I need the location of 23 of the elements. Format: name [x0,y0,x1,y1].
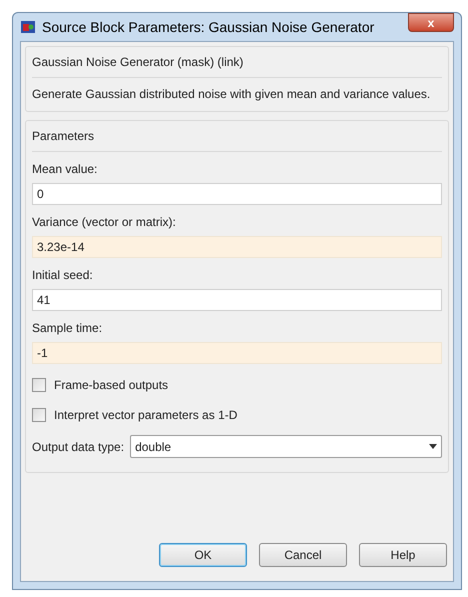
field-label: Mean value: [32,161,98,178]
dialog-button[interactable]: Help [359,543,447,567]
block-icon [20,19,36,35]
field-label: Variance (vector or matrix): [32,214,177,231]
parameters-title: Parameters [32,129,94,143]
checkbox-label: Frame-based outputs [54,377,168,394]
dialog-button[interactable]: OK [159,543,247,567]
input-field[interactable]: 3.23e-14 [32,236,442,258]
input-field[interactable]: -1 [32,342,442,364]
block-description: Generate Gaussian distributed noise with given mean and variance values. [32,86,432,103]
field-label: Initial seed: [32,267,94,284]
field-label: Sample time: [32,320,104,337]
input-field[interactable]: 0 [32,183,442,205]
checkbox[interactable] [32,378,46,392]
caret-icon [429,444,437,449]
dialog-button[interactable]: Cancel [259,543,347,567]
checkbox-label: Interpret vector parameters as 1-D [54,407,238,424]
input-field[interactable]: 41 [32,289,442,311]
data-type-dropdown[interactable]: double [130,435,442,458]
window-title: Source Block Parameters: Gaussian Noise Generator [42,18,374,36]
block-title: Gaussian Noise Generator (mask) (link) [32,55,244,69]
dropdown-label: Output data type: [32,438,124,456]
checkbox[interactable] [32,408,46,422]
